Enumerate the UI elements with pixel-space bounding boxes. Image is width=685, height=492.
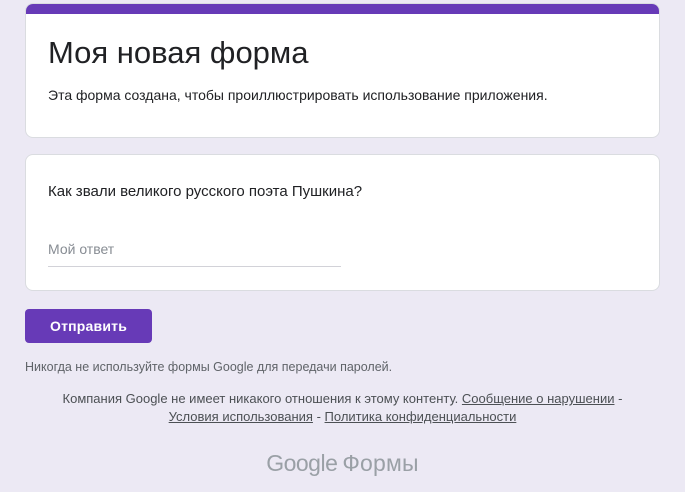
terms-of-service-link[interactable]: Условия использования (169, 409, 313, 424)
password-warning: Никогда не используйте формы Google для … (25, 360, 660, 375)
form-header-card: Моя новая форма Эта форма создана, чтобы… (25, 3, 660, 138)
link-separator: - (317, 409, 321, 424)
forms-wordmark: Формы (342, 450, 418, 476)
form-page: Моя новая форма Эта форма создана, чтобы… (25, 0, 660, 477)
form-description: Эта форма создана, чтобы проиллюстрирова… (48, 86, 637, 104)
report-abuse-link[interactable]: Сообщение о нарушении (462, 391, 615, 406)
question-card: Как звали великого русского поэта Пушкин… (25, 154, 660, 291)
disclaimer-text: Компания Google не имеет никакого отноше… (63, 391, 459, 406)
google-forms-logo: GoogleФормы (25, 449, 660, 477)
theme-accent-bar (26, 4, 659, 14)
answer-input[interactable] (48, 239, 341, 267)
footer-legal: Компания Google не имеет никакого отноше… (62, 390, 624, 426)
google-wordmark: Google (266, 450, 337, 476)
form-header-body: Моя новая форма Эта форма создана, чтобы… (26, 14, 659, 137)
form-title: Моя новая форма (48, 34, 637, 72)
submit-button[interactable]: Отправить (25, 309, 152, 343)
link-separator: - (618, 391, 622, 406)
question-label: Как звали великого русского поэта Пушкин… (48, 183, 637, 201)
privacy-policy-link[interactable]: Политика конфиденциальности (325, 409, 517, 424)
